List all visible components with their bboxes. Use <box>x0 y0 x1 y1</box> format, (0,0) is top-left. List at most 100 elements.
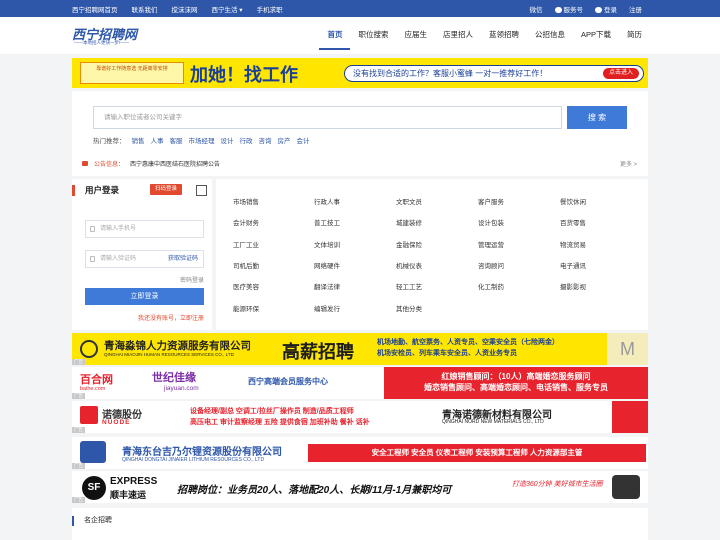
miaojin-logo-icon <box>80 340 98 358</box>
category-link[interactable]: 化工制药 <box>478 281 504 291</box>
search-panel: 请输入职位或者公司关键字 搜 索 热门推荐： 销售 人事 客服 市场经理 设计 … <box>72 91 648 176</box>
password-login-link[interactable]: 密码登录 <box>180 275 204 284</box>
ad-banner-nuode[interactable]: 诺德股份 NUODE 设备经理/副总 空调工/拉丝厂操作员 制造/品质工程师 高… <box>72 401 648 433</box>
scan-login-button[interactable]: 扫码登录 <box>150 184 183 195</box>
code-field[interactable]: 请输入验证码 获取验证码 <box>85 250 204 268</box>
service-link[interactable]: 服务号 <box>554 4 583 14</box>
ad-tag: 广告 <box>72 393 85 399</box>
famous-companies-section: 名企招聘 <box>72 508 648 540</box>
category-link[interactable]: 咨询顾问 <box>478 260 504 270</box>
get-code-button[interactable]: 获取验证码 <box>168 251 198 267</box>
category-link[interactable]: 机械仪表 <box>396 260 422 270</box>
category-link[interactable]: 能源环保 <box>233 303 259 313</box>
ad-job-line: 红娘销售顾问：（10人）高端婚恋服务顾问 <box>441 372 591 381</box>
register-link[interactable]: 注册 <box>629 4 642 14</box>
site-logo[interactable]: 西宁招聘网 ——本地招人更快一步!—— <box>72 25 162 49</box>
ad-positions-line: 高压电工 审计监察经理 五险 提供食宿 加班补助 餐补 话补 <box>190 419 370 426</box>
hot-keyword[interactable]: 客服 <box>170 135 183 145</box>
hot-keyword[interactable]: 咨询 <box>259 135 272 145</box>
search-input[interactable]: 请输入职位或者公司关键字 <box>93 106 562 129</box>
category-link[interactable]: 文体培训 <box>314 239 340 249</box>
top-link-life[interactable]: 西宁生活 ▾ <box>212 4 243 14</box>
phone-field[interactable]: 请输入手机号 <box>85 220 204 238</box>
hot-keyword[interactable]: 销售 <box>132 135 145 145</box>
category-link[interactable]: 物流贸易 <box>560 239 586 249</box>
category-link[interactable]: 管理运营 <box>478 239 504 249</box>
category-link[interactable]: 网络硬件 <box>314 260 340 270</box>
banner-enter-button[interactable]: 点击进入 <box>602 68 639 79</box>
logo-slogan: ——本地招人更快一步!—— <box>74 40 130 45</box>
nav-app-download[interactable]: APP下载 <box>573 29 619 50</box>
jiayuan-url: jiayuan.com <box>164 385 199 392</box>
nav-home[interactable]: 首页 <box>319 29 351 50</box>
ad-slogan: 打造360分钟 美好城市生活圈 <box>512 481 603 488</box>
category-link[interactable]: 市场销售 <box>233 196 259 206</box>
nav-graduates[interactable]: 应届生 <box>396 29 435 50</box>
hot-keyword[interactable]: 房产 <box>278 135 291 145</box>
top-link-partner[interactable]: 搅沫沫网 <box>172 4 198 14</box>
baihe-logo: 百合网 <box>80 374 113 386</box>
login-label: 登录 <box>604 6 617 14</box>
register-now-link[interactable]: 我还没有账号，立即注册 <box>138 313 204 322</box>
notice-item[interactable]: 西宁惠康中西医结石医院招聘公告 <box>130 159 220 168</box>
section-title: 名企招聘 <box>72 516 112 526</box>
notice-more-link[interactable]: 更多 > <box>620 159 637 168</box>
login-title: 用户登录 <box>72 185 119 196</box>
search-button[interactable]: 搜 索 <box>567 106 627 129</box>
nav-public-recruit[interactable]: 公招信息 <box>527 29 573 50</box>
top-link-home[interactable]: 西宁招聘网首页 <box>72 4 118 14</box>
top-banner-ad[interactable]: 靠谱好工作随意选 无距离零安排 加她！找工作 没有找到合适的工作？客服小蜜蜂 一… <box>72 58 648 88</box>
nav-job-search[interactable]: 职位搜索 <box>350 29 396 50</box>
hot-keyword[interactable]: 市场经理 <box>189 135 215 145</box>
login-link[interactable]: 登录 <box>595 4 617 14</box>
category-link[interactable]: 翻译法律 <box>314 281 340 291</box>
ad-banner-miaojin[interactable]: 青海淼锦人力资源服务有限公司 QINGHAI MIAOJIN HUMAN RES… <box>72 333 648 365</box>
category-link[interactable]: 轻工工艺 <box>396 281 422 291</box>
top-link-mobile[interactable]: 手机求职 <box>257 4 283 14</box>
qr-code-icon[interactable] <box>196 185 207 196</box>
category-link[interactable]: 电子通讯 <box>560 260 586 270</box>
hot-keyword[interactable]: 会计 <box>297 135 310 145</box>
ad-headline: 高薪招聘 <box>282 342 354 362</box>
category-link[interactable]: 百货零售 <box>560 217 586 227</box>
login-button[interactable]: 立即登录 <box>85 288 204 305</box>
ad-banner-sf-express[interactable]: SF EXPRESS 顺丰速运 招聘岗位：业务员20人、落地配20人、长期/11… <box>72 471 648 503</box>
hot-keyword[interactable]: 行政 <box>240 135 253 145</box>
notice-bar: 公告信息： 西宁惠康中西医结石医院招聘公告 更多 > <box>82 159 637 168</box>
sf-logo-icon: SF <box>82 476 106 500</box>
category-link[interactable]: 工厂工业 <box>233 239 259 249</box>
hot-keyword[interactable]: 设计 <box>221 135 234 145</box>
category-link[interactable]: 城建装修 <box>396 217 422 227</box>
speaker-icon <box>82 161 88 166</box>
ad-banner-dongtai[interactable]: 青海东台吉乃尔锂资源股份有限公司 QINGHAI DONGTAI JINAIER… <box>72 437 648 469</box>
category-link[interactable]: 餐饮休闲 <box>560 196 586 206</box>
category-link[interactable]: 编辑发行 <box>314 303 340 313</box>
top-bar-left-links: 西宁招聘网首页 联系我们 搅沫沫网 西宁生活 ▾ 手机求职 <box>72 4 283 14</box>
jiayuan-logo: 世纪佳缘 <box>152 372 196 384</box>
nav-store-hiring[interactable]: 店里招人 <box>435 29 481 50</box>
category-link[interactable]: 设计包装 <box>478 217 504 227</box>
banner-question: 没有找到合适的工作？客服小蜜蜂 一对一推荐好工作！ 点击进入 <box>344 65 644 82</box>
top-bar: 西宁招聘网首页 联系我们 搅沫沫网 西宁生活 ▾ 手机求职 微信 服务号 登录 … <box>0 0 720 17</box>
category-link[interactable]: 医疗美容 <box>233 281 259 291</box>
category-link[interactable]: 金融保险 <box>396 239 422 249</box>
nav-resume[interactable]: 简历 <box>619 29 650 50</box>
sf-name-cn: 顺丰速运 <box>110 490 147 500</box>
category-link[interactable]: 摄影影视 <box>560 281 586 291</box>
top-bar-right: 微信 服务号 登录 注册 <box>530 4 643 14</box>
login-panel: 用户登录 扫码登录 请输入手机号 请输入验证码 获取验证码 密码登录 立即登录 … <box>72 179 212 330</box>
category-link[interactable]: 普工技工 <box>314 217 340 227</box>
category-link[interactable]: 文职文员 <box>396 196 422 206</box>
ad-tag: 广告 <box>72 463 85 469</box>
wechat-link[interactable]: 微信 <box>530 4 543 14</box>
category-link[interactable]: 客户服务 <box>478 196 504 206</box>
nav-blue-collar[interactable]: 蓝领招聘 <box>481 29 527 50</box>
category-link[interactable]: 司机后勤 <box>233 260 259 270</box>
banner-left-text: 靠谱好工作随意选 无距离零安排 <box>80 62 184 84</box>
category-link[interactable]: 会计财务 <box>233 217 259 227</box>
category-link[interactable]: 行政人事 <box>314 196 340 206</box>
hot-keyword[interactable]: 人事 <box>151 135 164 145</box>
top-link-contact[interactable]: 联系我们 <box>132 4 158 14</box>
category-link[interactable]: 其他分类 <box>396 303 422 313</box>
ad-banner-baihe[interactable]: 百合网 baihe.com 世纪佳缘 jiayuan.com 西宁高端会员服务中… <box>72 367 648 399</box>
